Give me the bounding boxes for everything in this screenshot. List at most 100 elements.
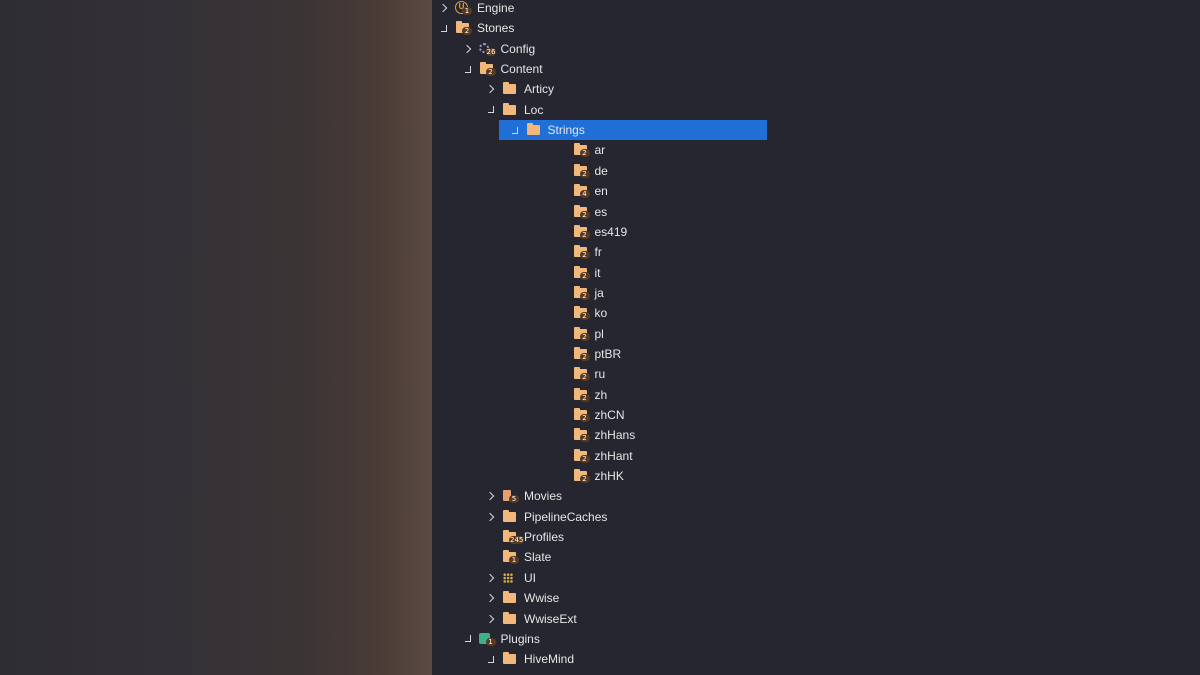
chevron-down-icon[interactable] (462, 59, 474, 79)
chevron-right-icon[interactable] (485, 79, 497, 99)
tree-item-label: Profiles (524, 530, 565, 545)
tree-item-it[interactable]: 2 it (432, 263, 768, 283)
tree-item-config[interactable]: 26 Config (432, 39, 768, 59)
folder-icon: 2 (573, 143, 590, 158)
folder-icon: 2 (573, 367, 590, 382)
tree-item-label: it (594, 265, 601, 280)
blurred-background-left (0, 0, 432, 675)
chevron-right-icon[interactable] (485, 507, 497, 527)
chevron-down-icon[interactable] (509, 120, 521, 140)
folder-icon: 1 (502, 550, 519, 565)
tree-item-label: Articy (524, 82, 554, 97)
tree-item-ar[interactable]: 2 ar (432, 140, 768, 160)
folder-icon-shape (503, 509, 516, 522)
count-badge: 2 (579, 352, 590, 361)
tree-item-pl[interactable]: 2 pl (432, 324, 768, 344)
tree-item-strings[interactable]: Strings (432, 120, 768, 141)
folder-icon: 2 (573, 469, 590, 484)
tree-item-zhcn[interactable]: 2 zhCN (432, 405, 768, 425)
tree-item-label: Stones (477, 21, 515, 36)
folder-icon: 2 (573, 224, 590, 239)
tree-item-wwiseext[interactable]: WwiseExt (432, 609, 768, 629)
count-badge: 2 (579, 434, 590, 443)
tree-item-label: Config (500, 41, 536, 56)
count-badge: 2 (579, 332, 590, 341)
tree-item-profiles[interactable]: 245 Profiles (432, 527, 768, 547)
tree-item-label: Wwise (524, 591, 560, 606)
tree-item-zhhant[interactable]: 2 zhHant (432, 446, 768, 466)
tree-item-hivemind[interactable]: HiveMind (432, 649, 768, 669)
tree-item-content[interactable]: 2 Content (432, 59, 768, 79)
tree-item-loc[interactable]: Loc (432, 100, 768, 120)
grid-icon-shape (503, 572, 513, 583)
count-badge: 1 (462, 7, 472, 15)
tree-item-ja[interactable]: 2 ja (432, 283, 768, 303)
count-badge: 2 (579, 291, 590, 300)
chevron-right-icon[interactable] (485, 568, 497, 588)
tree-item-slate[interactable]: 1 Slate (432, 547, 768, 567)
chevron-down-icon[interactable] (462, 629, 474, 649)
tree-item-label: ru (594, 367, 606, 382)
count-badge: 2 (579, 271, 590, 280)
tree-item-label: ja (594, 285, 604, 300)
chevron-right-icon[interactable] (485, 486, 497, 506)
tree-item-ptbr[interactable]: 2 ptBR (432, 344, 768, 364)
folder-tree: U 1 Engine 2 Stones 26 Config 2 Content Articy Loc… (432, 0, 768, 675)
movie-folder-icon: 5 (502, 489, 519, 504)
folder-icon: 2 (573, 387, 590, 402)
grid-icon (502, 571, 518, 585)
tree-item-stones[interactable]: 2 Stones (432, 18, 768, 38)
tree-item-label: es (594, 204, 608, 219)
tree-item-en[interactable]: 4 en (432, 181, 768, 201)
tree-item-de[interactable]: 2 de (432, 161, 768, 181)
tree-item-label: WwiseExt (524, 611, 577, 626)
chevron-right-icon[interactable] (485, 609, 497, 629)
tree-item-articy[interactable]: Articy (432, 79, 768, 99)
chevron-right-icon[interactable] (438, 0, 450, 18)
tree-item-zh[interactable]: 2 zh (432, 385, 768, 405)
tree-item-label: PipelineCaches (524, 509, 608, 524)
tree-item-es[interactable]: 2 es (432, 202, 768, 222)
tree-item-label: zhHK (594, 469, 624, 484)
tree-item-label: UI (524, 570, 536, 585)
chevron-down-icon[interactable] (485, 649, 497, 669)
folder-icon: 245 (502, 530, 525, 545)
tree-item-pipelinecaches[interactable]: PipelineCaches (432, 507, 768, 527)
tree-item-zhhk[interactable]: 2 zhHK (432, 466, 768, 486)
count-badge: 2 (579, 312, 590, 321)
tree-item-wwise[interactable]: Wwise (432, 588, 768, 608)
count-badge: 2 (485, 68, 496, 77)
tree-item-ko[interactable]: 2 ko (432, 303, 768, 323)
tree-item-label: zh (594, 387, 608, 402)
tree-item-label: HiveMind (524, 652, 575, 667)
tree-item-engine[interactable]: U 1 Engine (432, 0, 768, 18)
tree-item-zhhans[interactable]: 2 zhHans (432, 425, 768, 445)
folder-icon (502, 509, 518, 524)
tree-item-ru[interactable]: 2 ru (432, 364, 768, 384)
tree-item-movies[interactable]: 5 Movies (432, 486, 768, 506)
chevron-right-icon[interactable] (462, 39, 474, 59)
tree-item-fr[interactable]: 2 fr (432, 242, 768, 262)
tree-item-label: zhHans (594, 428, 636, 443)
tree-item-ui[interactable]: UI (432, 568, 768, 588)
count-badge: 2 (579, 149, 590, 158)
tree-item-es419[interactable]: 2 es419 (432, 222, 768, 242)
folder-icon: 2 (573, 448, 590, 463)
count-badge: 2 (462, 27, 472, 36)
chevron-down-icon[interactable] (485, 100, 497, 120)
tree-item-label: Engine (477, 1, 515, 15)
chevron-down-icon[interactable] (438, 18, 450, 38)
chevron-right-icon[interactable] (485, 588, 497, 608)
folder-icon: 2 (573, 428, 590, 443)
folder-icon-shape (503, 82, 516, 95)
tree-item-plugins[interactable]: 1 Plugins (432, 629, 768, 649)
